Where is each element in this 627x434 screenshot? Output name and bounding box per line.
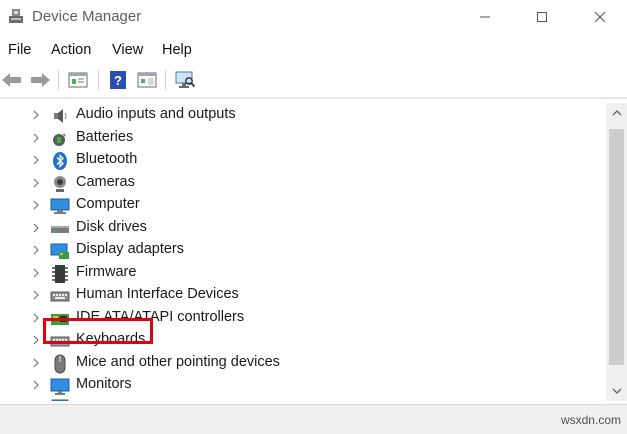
tree-item-label: Cameras (76, 173, 135, 190)
device-manager-icon (9, 9, 23, 23)
chevron-right-icon[interactable] (31, 243, 41, 257)
chevron-right-icon[interactable] (31, 266, 41, 280)
tree-item-hid[interactable]: Human Interface Devices (0, 285, 606, 307)
chevron-right-icon[interactable] (31, 401, 41, 402)
display-adapter-icon (50, 243, 69, 259)
menu-file[interactable]: File (8, 42, 31, 58)
menu-action[interactable]: Action (51, 42, 91, 58)
tree-item-label: Display adapters (76, 241, 184, 257)
back-button[interactable] (0, 69, 24, 91)
chevron-up-icon (612, 110, 621, 116)
title-bar: Device Manager (0, 0, 627, 34)
scroll-up-button[interactable] (606, 103, 627, 123)
chevron-right-icon[interactable] (31, 176, 41, 190)
help-icon: ? (110, 71, 126, 89)
tree-item-monitors[interactable]: Monitors (0, 375, 606, 397)
tree-item-label: Audio inputs and outputs (76, 106, 236, 122)
bluetooth-icon (53, 152, 67, 170)
tree-item-mice[interactable]: Mice and other pointing devices (0, 353, 606, 375)
tree-item-label: Bluetooth (76, 151, 138, 167)
chevron-right-icon[interactable] (31, 198, 41, 212)
menu-bar: File Action View Help (0, 38, 627, 62)
chevron-right-icon[interactable] (31, 356, 41, 370)
tree-item-label: Computer (76, 196, 140, 212)
disk-drive-icon (51, 225, 69, 233)
vertical-scrollbar[interactable] (606, 103, 627, 401)
camera-icon (54, 175, 66, 192)
watermark-text: wsxdn.com (560, 413, 621, 427)
chevron-right-icon[interactable] (31, 108, 41, 122)
scan-hardware-button[interactable] (173, 69, 197, 91)
chevron-right-icon[interactable] (31, 311, 41, 325)
properties-button[interactable] (66, 69, 90, 91)
tree-item-batteries[interactable]: Batteries (0, 128, 606, 150)
details-pane-button[interactable] (135, 69, 159, 91)
computer-icon (50, 198, 70, 214)
maximize-icon (537, 12, 547, 22)
toolbar-separator (98, 70, 99, 90)
scroll-thumb[interactable] (609, 129, 624, 365)
toolbar-divider (0, 97, 627, 99)
chevron-right-icon[interactable] (31, 333, 41, 347)
menu-view[interactable]: View (112, 42, 143, 58)
hid-icon (50, 291, 70, 302)
tree-item-label: Disk drives (76, 218, 147, 235)
chevron-right-icon[interactable] (31, 221, 41, 235)
back-arrow-icon (2, 73, 21, 87)
chevron-right-icon[interactable] (31, 288, 41, 302)
chevron-down-icon (612, 388, 621, 394)
toolbar: ? (0, 64, 627, 96)
svg-text:?: ? (114, 73, 122, 88)
speaker-icon (54, 109, 67, 123)
forward-button[interactable] (28, 69, 52, 91)
scroll-down-button[interactable] (606, 381, 627, 401)
maximize-button[interactable] (519, 0, 565, 34)
tree-item-label: Monitors (76, 376, 132, 392)
network-adapter-icon (51, 399, 69, 401)
close-button[interactable] (577, 0, 623, 34)
window-title: Device Manager (32, 8, 142, 25)
minimize-button[interactable] (462, 0, 508, 34)
tree-item-label: Firmware (76, 263, 137, 280)
mouse-icon (54, 354, 66, 373)
tree-item-firmware[interactable]: Firmware (0, 263, 606, 285)
scan-hardware-icon (175, 71, 196, 88)
toolbar-separator (165, 70, 166, 90)
device-tree: Audio inputs and outputs Batteries Bluet… (0, 103, 606, 401)
help-button[interactable]: ? (106, 69, 130, 91)
forward-arrow-icon (31, 73, 50, 87)
minimize-icon (480, 16, 490, 18)
tree-item-display-adapters[interactable]: Display adapters (0, 240, 606, 262)
firmware-icon (52, 264, 68, 283)
tree-item-network-adapters[interactable] (0, 398, 606, 402)
properties-icon (68, 72, 88, 88)
chevron-right-icon[interactable] (31, 378, 41, 392)
tree-item-label: Human Interface Devices (76, 286, 239, 302)
tree-item-audio[interactable]: Audio inputs and outputs (0, 105, 606, 127)
status-bar: wsxdn.com (0, 404, 627, 434)
disk-drives-highlight-box (43, 318, 153, 344)
tree-item-bluetooth[interactable]: Bluetooth (0, 150, 606, 172)
tree-item-label: Mice and other pointing devices (76, 353, 280, 370)
tree-item-disk-drives[interactable]: Disk drives (0, 218, 606, 240)
tree-item-cameras[interactable]: Cameras (0, 173, 606, 195)
toolbar-separator (58, 70, 59, 90)
details-pane-icon (137, 72, 157, 88)
chevron-right-icon[interactable] (31, 131, 41, 145)
battery-icon (53, 132, 66, 146)
menu-help[interactable]: Help (162, 42, 192, 58)
monitor-icon (50, 378, 70, 395)
chevron-right-icon[interactable] (31, 153, 41, 167)
tree-item-computer[interactable]: Computer (0, 195, 606, 217)
tree-item-label: Batteries (76, 128, 134, 145)
close-icon (594, 11, 606, 23)
